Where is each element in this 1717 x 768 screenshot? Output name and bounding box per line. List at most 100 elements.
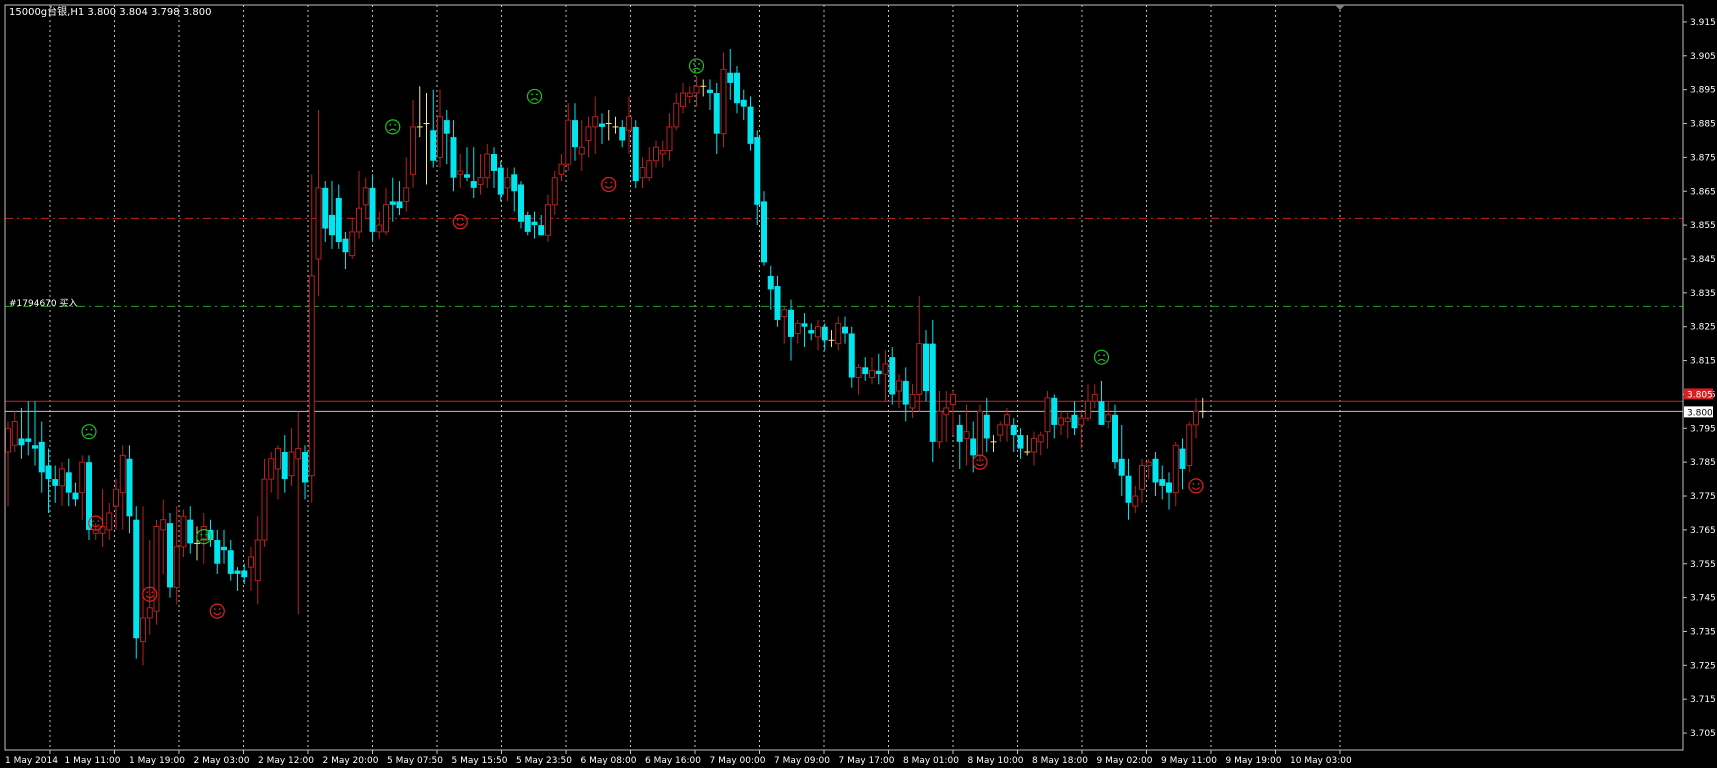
candle-body-bull [1037,434,1044,443]
candle-body-bull [565,119,572,165]
face-eye [394,124,397,126]
candle-body-bull [180,515,187,548]
candle-body-bear [133,519,140,639]
face-eye [461,218,464,221]
candle-body-bear [187,519,194,544]
face-eye [1192,482,1195,485]
candle-body-bear [524,214,531,232]
candle-body-bull [261,478,268,541]
candle-body-bear [862,367,869,375]
candle-body-bull [268,458,275,480]
candle-body-bear [511,174,518,192]
candle-body-bear [25,438,32,442]
candle-body-bear [1051,397,1058,425]
candle-body-bull [140,617,146,643]
face-eye [1103,354,1105,357]
candle-body-bull [356,207,362,233]
candle-body-bull [308,275,315,477]
candle-body-bull [646,160,653,179]
candle-body-bull [383,204,389,233]
order-line-label: #1794670 买入 [9,298,78,309]
time-tick-label: 8 May 01:00 [903,756,959,766]
candle-body-bull [1064,417,1071,423]
candle-body-bear [572,120,578,148]
candle-body-bear [713,93,720,134]
candle-body-bear [221,546,227,551]
candle-body-bull [160,519,167,531]
candle-body-bull [693,85,700,94]
face-eye [200,533,203,536]
candle-body-bear [1017,435,1024,449]
candle-body-bear [518,184,524,222]
candle-body-bull [349,231,356,257]
price-tick-label: 3.815 [1690,357,1716,367]
candle-body-bull [410,126,416,175]
candle-body-bull [1139,465,1145,490]
time-tick-label: 1 May 19:00 [129,756,185,766]
candle-body-bull [106,512,113,531]
price-tick-label: 3.845 [1690,255,1716,265]
candle-body-bull [1145,461,1152,467]
candle-body-bull [1105,414,1112,423]
candle-body-bull [545,204,551,236]
candle-body-bull [200,526,207,541]
candle-body-bull [882,363,889,375]
candle-body-bull [1004,414,1010,426]
chart-window[interactable]: 3.915 3.905 3.895 3.885 3.875 3.865 3.855 3.845… [0,0,1717,768]
candle-body-bear [842,326,848,334]
price-tick-label: 3.715 [1690,695,1716,705]
face-eye [976,459,979,462]
candle-body-bear [126,458,133,517]
time-tick-label: 1 May 11:00 [65,756,121,766]
candle-body-bear [801,323,808,327]
candle-body-bull [288,451,295,477]
candle-body-bear [1118,458,1125,476]
candle-body-bear [983,414,990,439]
price-tick-label: 3.775 [1690,492,1716,502]
candle-body-bull [666,126,673,152]
face-eye [205,533,208,536]
candle-body-bull [720,68,727,135]
candle-body-bull [815,326,821,338]
candle-body-bear [747,106,754,144]
face-eye [389,124,392,126]
time-tick-label: 9 May 11:00 [1161,756,1217,766]
candle-body-bear [65,472,72,493]
candle-body-bull [484,153,491,179]
candle-body-bull [376,224,383,233]
price-tick-label: 3.795 [1690,424,1716,434]
time-tick-label: 2 May 20:00 [323,756,379,766]
candle-body-bear [929,343,936,442]
candle-body-bear [1112,414,1118,463]
candle-body-bear [707,89,713,94]
candle-body-bear [234,570,241,574]
candle-body-bull [248,556,254,568]
candle-body-bear [774,286,781,320]
candle-body-bear [396,201,403,209]
candle-body-bull [963,431,970,439]
candle-body-bull [781,309,788,318]
candle-body-bull [477,177,484,185]
candle-body-bull [1186,424,1193,467]
candle-body-bull [11,421,18,446]
price-tick-label: 3.905 [1690,52,1716,62]
price-tag-current-label: 3.800 [1687,408,1713,418]
candle-body-bear [18,438,25,446]
face-eye [1197,482,1200,485]
chart-title: 15000g台银,H1 3.800 3.804 3.798 3.800 [9,5,211,18]
price-tick-label: 3.755 [1690,560,1716,570]
candle-body-bear [889,357,896,395]
candlestick-chart[interactable]: 3.915 3.905 3.895 3.885 3.875 3.865 3.855 3.845… [0,0,1717,768]
candle-body-bear [1098,401,1105,425]
candle-body-bear [821,326,828,341]
candle-body-bull [5,427,11,453]
candle-body-bear [808,330,815,334]
candle-body-bear [875,370,882,375]
candle-body-bull [916,343,923,395]
candle-body-bull [659,150,666,155]
candle-body-bull [1172,444,1179,494]
candle-body-bear [464,174,470,178]
candle-body-bull [673,102,680,128]
price-tag-upper-label: 3.805 [1687,390,1713,400]
candle-body-bull [119,454,126,494]
